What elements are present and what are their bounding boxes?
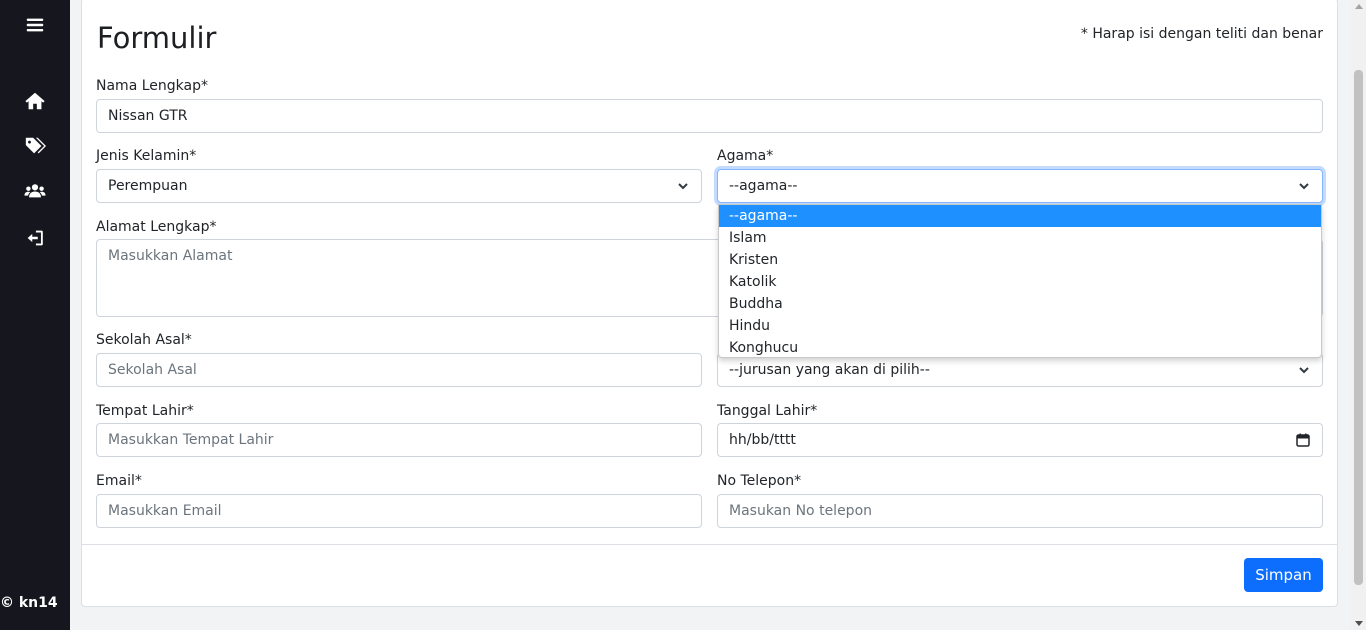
copyright-text: © kn14 bbox=[0, 595, 58, 611]
page-title: Formulir bbox=[97, 21, 217, 55]
agama-option[interactable]: Konghucu bbox=[719, 337, 1321, 357]
calendar-icon[interactable] bbox=[1296, 433, 1310, 447]
email-input[interactable] bbox=[96, 494, 702, 528]
agama-select[interactable]: --agama-- bbox=[717, 169, 1323, 203]
chevron-down-icon bbox=[1298, 180, 1310, 192]
agama-option[interactable]: Islam bbox=[719, 227, 1321, 249]
menu-icon[interactable] bbox=[22, 12, 48, 38]
agama-option[interactable]: Buddha bbox=[719, 293, 1321, 315]
telepon-input[interactable] bbox=[717, 494, 1323, 528]
jenis-kelamin-value: Perempuan bbox=[108, 178, 188, 194]
jurusan-select[interactable]: --jurusan yang akan di pilih-- bbox=[717, 353, 1323, 387]
agama-option[interactable]: --agama-- bbox=[719, 205, 1321, 227]
agama-value: --agama-- bbox=[729, 178, 798, 194]
sidebar: © kn14 bbox=[0, 0, 70, 630]
tanggal-lahir-value: hh/bb/tttt bbox=[729, 432, 796, 448]
scroll-thumb[interactable] bbox=[1354, 70, 1363, 585]
simpan-button[interactable]: Simpan bbox=[1244, 558, 1323, 592]
tanggal-lahir-input[interactable]: hh/bb/tttt bbox=[717, 423, 1323, 457]
users-icon[interactable] bbox=[22, 178, 48, 204]
jenis-kelamin-label: Jenis Kelamin* bbox=[96, 148, 197, 164]
home-icon[interactable] bbox=[22, 88, 48, 114]
tempat-lahir-label: Tempat Lahir* bbox=[96, 403, 194, 419]
scroll-down-arrow-icon[interactable] bbox=[1355, 621, 1363, 626]
tags-icon[interactable] bbox=[22, 133, 48, 159]
logout-icon[interactable] bbox=[22, 225, 48, 251]
agama-option[interactable]: Kristen bbox=[719, 249, 1321, 271]
alamat-label: Alamat Lengkap* bbox=[96, 219, 217, 235]
agama-option[interactable]: Hindu bbox=[719, 315, 1321, 337]
tempat-lahir-input[interactable] bbox=[96, 423, 702, 457]
telepon-label: No Telepon* bbox=[717, 473, 802, 489]
agama-option[interactable]: Katolik bbox=[719, 271, 1321, 293]
agama-label: Agama* bbox=[717, 148, 774, 164]
chevron-down-icon bbox=[677, 180, 689, 192]
jenis-kelamin-select[interactable]: Perempuan bbox=[96, 169, 702, 203]
footer-divider bbox=[82, 544, 1337, 545]
nama-label: Nama Lengkap* bbox=[96, 78, 208, 94]
jurusan-value: --jurusan yang akan di pilih-- bbox=[729, 362, 930, 378]
form-note: * Harap isi dengan teliti dan benar bbox=[1080, 26, 1323, 42]
chevron-down-icon bbox=[1298, 364, 1310, 376]
page-scrollbar[interactable] bbox=[1351, 0, 1366, 630]
agama-dropdown-list: --agama-- Islam Kristen Katolik Buddha Hindu K… bbox=[718, 204, 1322, 358]
email-label: Email* bbox=[96, 473, 142, 489]
nama-input[interactable] bbox=[96, 99, 1323, 133]
tanggal-lahir-label: Tanggal Lahir* bbox=[717, 403, 818, 419]
sekolah-label: Sekolah Asal* bbox=[96, 332, 192, 348]
sekolah-input[interactable] bbox=[96, 353, 702, 387]
scroll-up-arrow-icon[interactable] bbox=[1355, 4, 1363, 9]
